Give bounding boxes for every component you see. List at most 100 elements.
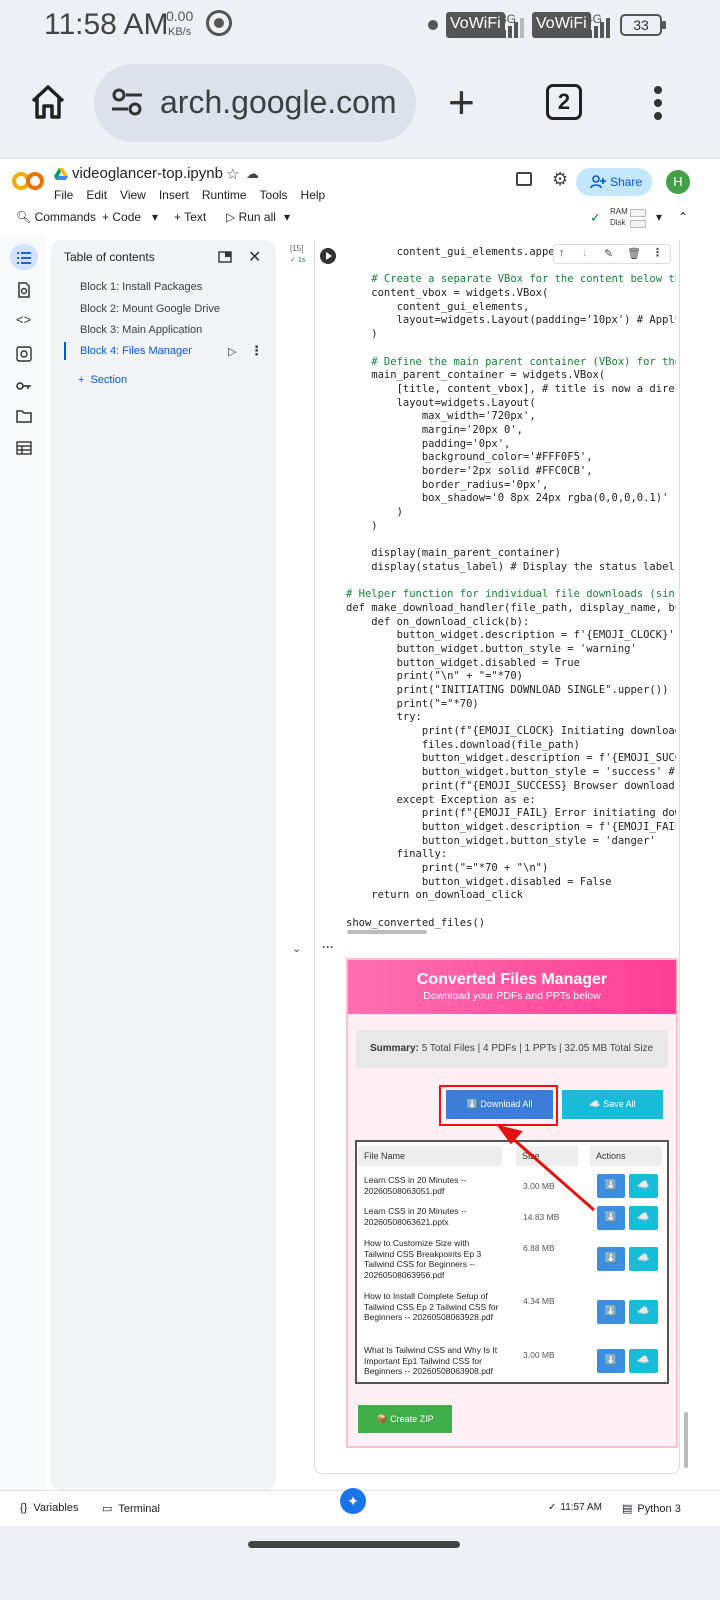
move-down-icon[interactable]: ↓ <box>582 247 588 259</box>
gemini-icon[interactable]: ✦ <box>340 1488 366 1514</box>
run-section-icon[interactable]: ▷ <box>228 345 236 358</box>
network-speed: 0.00 KB/s <box>166 8 193 40</box>
download-all-button[interactable]: ⬇️ Download All <box>446 1090 553 1119</box>
code-line: layout=widgets.Layout(padding='10px') # … <box>346 314 676 327</box>
open-in-tab-icon[interactable] <box>218 251 232 263</box>
drive-icon <box>54 168 68 180</box>
row-download-button[interactable]: ⬇️ <box>597 1349 625 1373</box>
move-up-icon[interactable]: ↑ <box>559 247 565 259</box>
code-scrollbar[interactable] <box>347 930 427 934</box>
code-line: ) <box>346 519 378 532</box>
share-button[interactable]: Share <box>576 168 652 196</box>
output-scrollbar[interactable] <box>684 1412 688 1468</box>
new-tab-button[interactable]: + <box>448 79 475 125</box>
menu-file[interactable]: File <box>54 188 73 202</box>
status-time: 11:58 AM <box>44 8 169 41</box>
menu-tools[interactable]: Tools <box>260 188 288 202</box>
row-download-button[interactable]: ⬇️ <box>597 1206 625 1230</box>
row-save-button[interactable]: ☁️ <box>629 1349 658 1373</box>
toc-icon[interactable] <box>16 250 32 266</box>
key-icon[interactable] <box>16 378 32 394</box>
file-size-cell: 4.34 MB <box>523 1296 555 1306</box>
toc-item-install-packages[interactable]: Block 1: Install Packages <box>80 281 202 293</box>
avatar[interactable]: H <box>666 170 690 194</box>
toc-item-mount-drive[interactable]: Block 2: Mount Google Drive <box>80 303 220 315</box>
menu-view[interactable]: View <box>120 188 146 202</box>
home-indicator[interactable] <box>248 1541 460 1548</box>
variables-icon: {} <box>20 1502 28 1514</box>
toc-item-files-manager[interactable]: Block 4: Files Manager <box>80 345 192 357</box>
add-section-button[interactable]: + Section <box>78 374 127 386</box>
home-icon[interactable] <box>28 82 68 122</box>
kernel-status[interactable]: ▤ Python 3 <box>622 1502 681 1515</box>
terminal-button[interactable]: ▭ Terminal <box>102 1502 160 1515</box>
code-line: main_parent_container = widgets.VBox( <box>346 369 606 382</box>
row-download-button[interactable]: ⬇️ <box>597 1174 625 1198</box>
row-download-button[interactable]: ⬇️ <box>597 1247 625 1271</box>
toc-item-main-application[interactable]: Block 3: Main Application <box>80 324 202 336</box>
code-line: def on_download_click(b): <box>346 615 530 628</box>
colab-logo-icon[interactable] <box>12 172 44 192</box>
last-run-status[interactable]: ✓ 11:57 AM <box>548 1502 602 1513</box>
menu-edit[interactable]: Edit <box>86 188 107 202</box>
edit-icon[interactable]: ✎ <box>604 247 613 260</box>
run-all-button[interactable]: ▷ Run all <box>226 210 276 224</box>
code-line: print(f"{EMOJI_SUCCESS} Browser download… <box>346 779 676 792</box>
close-icon[interactable]: ✕ <box>248 247 261 267</box>
section-more-icon[interactable]: ⋮ <box>250 343 263 359</box>
url-text[interactable]: arch.google.com <box>160 84 397 121</box>
output-menu-icon[interactable]: ··· <box>322 940 334 954</box>
battery-icon: 33 <box>620 14 666 36</box>
menu-help[interactable]: Help <box>301 188 326 202</box>
run-all-label: Run all <box>238 210 276 224</box>
resource-meter[interactable] <box>630 208 646 230</box>
row-download-button[interactable]: ⬇️ <box>597 1300 625 1324</box>
tab-switcher-button[interactable]: 2 <box>546 84 582 120</box>
resource-labels[interactable]: RAM Disk <box>610 206 628 228</box>
save-all-button[interactable]: ☁️ Save All <box>562 1090 663 1119</box>
create-zip-button[interactable]: 📦 Create ZIP <box>358 1405 452 1433</box>
column-header-file-name: File Name <box>358 1146 502 1166</box>
delete-icon[interactable]: 🗑︎ <box>627 247 641 260</box>
site-settings-icon[interactable] <box>110 86 144 118</box>
cell-more-icon[interactable]: ⋮ <box>652 246 663 259</box>
menu-insert[interactable]: Insert <box>159 188 189 202</box>
variables-button[interactable]: {} Variables <box>20 1502 78 1514</box>
collapse-toolbar-icon[interactable]: ⌃ <box>678 210 688 224</box>
plus-icon: + <box>174 210 182 224</box>
collapse-output-icon[interactable]: ⌄ <box>292 942 301 955</box>
code-line: files.download(file_path) <box>346 738 580 751</box>
row-save-button[interactable]: ☁️ <box>629 1206 658 1230</box>
folder-icon[interactable] <box>16 408 32 424</box>
code-line: button_widget.description = f'{EMOJI_CLO… <box>346 629 675 642</box>
code-line: button_widget.disabled = False <box>346 875 612 888</box>
browser-menu-icon[interactable] <box>654 86 662 120</box>
row-save-button[interactable]: ☁️ <box>629 1300 658 1324</box>
add-code-button[interactable]: + Code <box>102 210 141 224</box>
code-line: finally: <box>346 848 448 861</box>
code-line: print(f"{EMOJI_CLOCK} Initiating downloa… <box>346 725 676 738</box>
run-cell-button[interactable] <box>320 248 336 264</box>
commands-button[interactable]: 🔍︎ Commands <box>16 210 96 224</box>
star-icon[interactable]: ☆ <box>226 165 239 183</box>
code-snippets-icon[interactable]: <> <box>16 312 32 328</box>
menu-runtime[interactable]: Runtime <box>202 188 247 202</box>
code-line: max_width='720px', <box>346 410 536 423</box>
add-code-dropdown-icon[interactable]: ▾ <box>152 210 158 224</box>
code-editor[interactable]: content_gui_elements.append(widgets.HTML… <box>346 246 676 934</box>
run-all-dropdown-icon[interactable]: ▾ <box>284 210 290 224</box>
row-save-button[interactable]: ☁️ <box>629 1174 658 1198</box>
secrets-icon[interactable] <box>16 346 32 362</box>
notebook-title[interactable]: videoglancer-top.ipynb <box>72 165 223 182</box>
add-text-button[interactable]: + Text <box>174 210 206 224</box>
comment-icon[interactable] <box>516 172 532 186</box>
connected-check-icon: ✓ <box>590 210 601 225</box>
code-line: # Helper function for individual file do… <box>346 588 676 601</box>
row-save-button[interactable]: ☁️ <box>629 1247 658 1271</box>
find-icon[interactable] <box>16 282 32 298</box>
runtime-dropdown-icon[interactable]: ▾ <box>656 210 662 224</box>
table-icon[interactable] <box>16 440 32 456</box>
code-line: def make_download_handler(file_path, dis… <box>346 601 676 614</box>
gear-icon[interactable]: ⚙ <box>552 170 568 188</box>
